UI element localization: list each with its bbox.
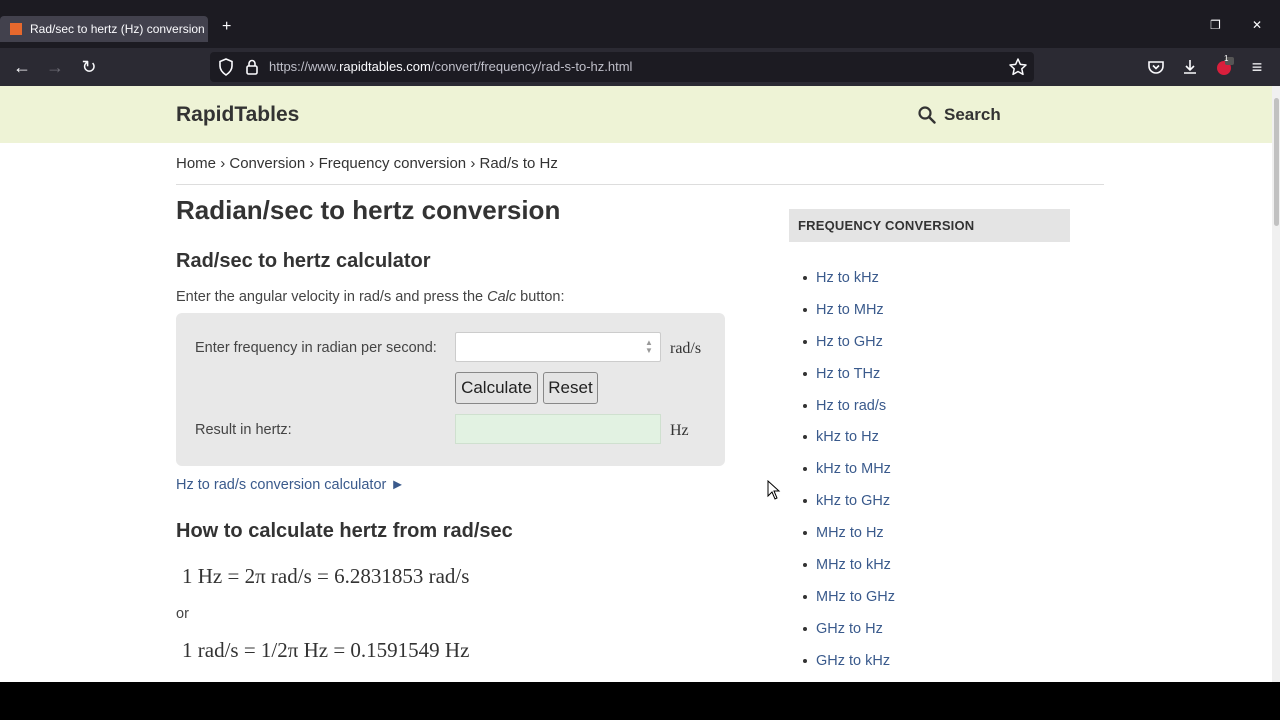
sidebar-item[interactable]: kHz to MHz [803, 453, 895, 485]
sidebar-list: Hz to kHz Hz to MHz Hz to GHz Hz to THz … [803, 262, 895, 677]
calculate-button[interactable]: Calculate [455, 372, 538, 404]
breadcrumb-conversion[interactable]: Conversion [229, 155, 305, 172]
forward-arrow-icon[interactable]: → [42, 54, 68, 80]
formula-rad: 1 rad/s = 1/2π Hz = 0.1591549 Hz [182, 638, 470, 662]
downloads-icon[interactable] [1180, 57, 1200, 77]
input-unit: rad/s [670, 340, 702, 357]
tracking-shield-icon[interactable] [218, 58, 234, 76]
mouse-cursor-icon [767, 480, 781, 500]
address-bar[interactable]: https://www.rapidtables.com/convert/freq… [210, 52, 1034, 82]
breadcrumb-separator: › [309, 155, 315, 172]
web-page: RapidTables Search Home › Conversion › F… [0, 86, 1280, 682]
search-label: Search [944, 105, 1001, 124]
hamburger-menu-icon[interactable]: ≡ [1244, 54, 1270, 80]
site-logo[interactable]: RapidTables [176, 103, 299, 127]
sidebar-item[interactable]: MHz to Hz [803, 517, 895, 549]
restore-window-icon[interactable]: ❐ [1210, 18, 1221, 32]
page-scrollbar[interactable] [1272, 86, 1280, 682]
sidebar-item[interactable]: Hz to MHz [803, 294, 895, 326]
how-to-heading: How to calculate hertz from rad/sec [176, 520, 513, 542]
breadcrumb-home[interactable]: Home [176, 155, 216, 172]
rad-per-second-input[interactable]: ▲ ▼ [455, 332, 661, 362]
input-label: Enter frequency in radian per second: [195, 340, 437, 356]
calculator-intro: Enter the angular velocity in rad/s and … [176, 289, 565, 305]
hz-to-rad-calculator-link[interactable]: Hz to rad/s conversion calculator ► [176, 477, 405, 493]
site-favicon-icon [10, 23, 22, 35]
or-text: or [176, 606, 189, 622]
reload-icon[interactable]: ↻ [76, 54, 102, 80]
pocket-icon[interactable] [1146, 57, 1166, 77]
url-text[interactable]: https://www.rapidtables.com/convert/freq… [269, 59, 632, 74]
breadcrumb-frequency-conversion[interactable]: Frequency conversion [319, 155, 467, 172]
sidebar-item[interactable]: MHz to kHz [803, 549, 895, 581]
page-title: Radian/sec to hertz conversion [176, 195, 561, 225]
reset-button[interactable]: Reset [543, 372, 598, 404]
search-button[interactable]: Search [918, 105, 1001, 125]
lock-icon[interactable] [244, 58, 260, 76]
tab-title: Rad/sec to hertz (Hz) conversion [30, 22, 205, 36]
breadcrumb-separator: › [470, 155, 476, 172]
new-tab-icon[interactable]: + [222, 18, 231, 36]
sidebar-item[interactable]: Hz to THz [803, 358, 895, 390]
sidebar-item[interactable]: GHz to kHz [803, 645, 895, 677]
sidebar-item[interactable]: Hz to kHz [803, 262, 895, 294]
sidebar-item[interactable]: GHz to Hz [803, 613, 895, 645]
calculator-panel: Enter frequency in radian per second: ▲ ▼… [176, 313, 725, 466]
close-window-icon[interactable]: ✕ [1252, 18, 1262, 32]
sidebar-item[interactable]: MHz to GHz [803, 581, 895, 613]
breadcrumb-separator: › [220, 155, 226, 172]
result-field[interactable] [455, 414, 661, 444]
result-label: Result in hertz: [195, 422, 292, 438]
divider [176, 184, 1104, 185]
result-unit: Hz [670, 422, 689, 439]
breadcrumb: Home › Conversion › Frequency conversion… [176, 155, 558, 172]
scrollbar-thumb[interactable] [1274, 98, 1279, 226]
site-header: RapidTables Search [0, 86, 1280, 143]
breadcrumb-current: Rad/s to Hz [479, 155, 558, 172]
bookmark-star-icon[interactable] [1008, 57, 1028, 77]
bottom-bar [0, 682, 1280, 720]
number-spinner-icon[interactable]: ▲ ▼ [644, 339, 654, 355]
search-icon [918, 106, 936, 124]
back-arrow-icon[interactable]: ← [9, 54, 35, 80]
sidebar-item[interactable]: Hz to GHz [803, 326, 895, 358]
browser-tab-active[interactable]: Rad/sec to hertz (Hz) conversion [0, 16, 208, 42]
browser-tabstrip: Rad/sec to hertz (Hz) conversion + ❐ ✕ [0, 0, 1280, 48]
sidebar-item[interactable]: kHz to GHz [803, 485, 895, 517]
sidebar-item[interactable]: kHz to Hz [803, 421, 895, 453]
extension-badge: 1 [1224, 54, 1229, 63]
sidebar-heading: FREQUENCY CONVERSION [789, 209, 1070, 242]
browser-navbar: ← → ↻ https://www.rapidtables.com/conver… [0, 48, 1280, 86]
sidebar-item[interactable]: Hz to rad/s [803, 390, 895, 422]
formula-hz: 1 Hz = 2π rad/s = 6.2831853 rad/s [182, 564, 470, 588]
calculator-heading: Rad/sec to hertz calculator [176, 250, 431, 272]
